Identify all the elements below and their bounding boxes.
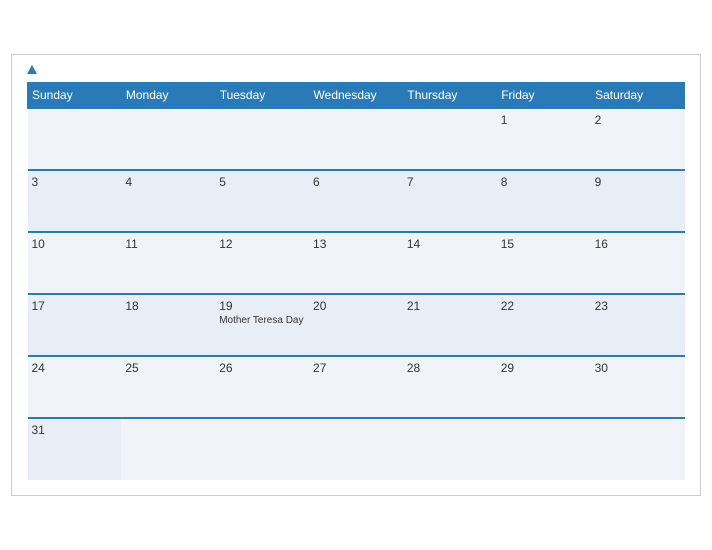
calendar-day-cell: 25 xyxy=(121,356,215,418)
day-number: 12 xyxy=(219,237,305,251)
calendar-day-cell: 18 xyxy=(121,294,215,356)
calendar-day-cell: 14 xyxy=(403,232,497,294)
calendar-table: SundayMondayTuesdayWednesdayThursdayFrid… xyxy=(27,82,685,480)
calendar-day-cell: 11 xyxy=(121,232,215,294)
day-number: 24 xyxy=(32,361,118,375)
day-number: 10 xyxy=(32,237,118,251)
calendar-day-cell: 20 xyxy=(309,294,403,356)
day-number: 19 xyxy=(219,299,305,313)
day-number: 30 xyxy=(595,361,681,375)
day-number: 20 xyxy=(313,299,399,313)
calendar-day-cell xyxy=(215,418,309,480)
calendar-day-cell: 8 xyxy=(497,170,591,232)
weekday-header: Monday xyxy=(121,83,215,109)
day-number: 25 xyxy=(125,361,211,375)
day-number: 28 xyxy=(407,361,493,375)
calendar-day-cell: 9 xyxy=(591,170,685,232)
calendar-day-cell: 22 xyxy=(497,294,591,356)
calendar-day-cell: 16 xyxy=(591,232,685,294)
day-number: 6 xyxy=(313,175,399,189)
calendar-container: SundayMondayTuesdayWednesdayThursdayFrid… xyxy=(11,54,701,496)
calendar-week-row: 17 18 19 Mother Teresa Day 20 21 22 23 xyxy=(28,294,685,356)
calendar-day-cell: 10 xyxy=(28,232,122,294)
day-number: 29 xyxy=(501,361,587,375)
calendar-day-cell: 30 xyxy=(591,356,685,418)
calendar-day-cell: 1 xyxy=(497,108,591,170)
calendar-day-cell xyxy=(497,418,591,480)
day-number: 26 xyxy=(219,361,305,375)
day-number: 16 xyxy=(595,237,681,251)
logo-blue-text xyxy=(27,65,39,74)
day-number: 21 xyxy=(407,299,493,313)
day-number: 9 xyxy=(595,175,681,189)
weekday-header: Thursday xyxy=(403,83,497,109)
calendar-day-cell: 6 xyxy=(309,170,403,232)
calendar-day-cell: 13 xyxy=(309,232,403,294)
calendar-day-cell xyxy=(309,418,403,480)
calendar-day-cell: 29 xyxy=(497,356,591,418)
calendar-day-cell: 19 Mother Teresa Day xyxy=(215,294,309,356)
day-number: 7 xyxy=(407,175,493,189)
calendar-day-cell xyxy=(591,418,685,480)
calendar-header-row: SundayMondayTuesdayWednesdayThursdayFrid… xyxy=(28,83,685,109)
weekday-header: Tuesday xyxy=(215,83,309,109)
day-number: 31 xyxy=(32,423,118,437)
calendar-week-row: 10 11 12 13 14 15 16 xyxy=(28,232,685,294)
calendar-day-cell: 26 xyxy=(215,356,309,418)
day-number: 3 xyxy=(32,175,118,189)
day-number: 17 xyxy=(32,299,118,313)
day-number: 14 xyxy=(407,237,493,251)
day-number: 4 xyxy=(125,175,211,189)
calendar-day-cell: 27 xyxy=(309,356,403,418)
weekday-header: Wednesday xyxy=(309,83,403,109)
calendar-header xyxy=(27,65,685,74)
calendar-day-cell xyxy=(121,108,215,170)
day-number: 5 xyxy=(219,175,305,189)
weekday-header: Sunday xyxy=(28,83,122,109)
calendar-day-cell xyxy=(403,418,497,480)
day-number: 27 xyxy=(313,361,399,375)
calendar-day-cell xyxy=(215,108,309,170)
day-number: 13 xyxy=(313,237,399,251)
calendar-day-cell: 23 xyxy=(591,294,685,356)
calendar-week-row: 3456789 xyxy=(28,170,685,232)
calendar-day-cell xyxy=(309,108,403,170)
calendar-day-cell xyxy=(28,108,122,170)
logo-triangle-icon xyxy=(27,65,37,74)
calendar-day-cell: 15 xyxy=(497,232,591,294)
calendar-day-cell: 7 xyxy=(403,170,497,232)
day-number: 23 xyxy=(595,299,681,313)
calendar-day-cell: 28 xyxy=(403,356,497,418)
weekday-header: Saturday xyxy=(591,83,685,109)
calendar-day-cell xyxy=(403,108,497,170)
logo xyxy=(27,65,39,74)
day-number: 15 xyxy=(501,237,587,251)
calendar-week-row: 24 25 26 27 28 29 30 xyxy=(28,356,685,418)
holiday-label: Mother Teresa Day xyxy=(219,315,305,326)
calendar-week-row: 12 xyxy=(28,108,685,170)
day-number: 18 xyxy=(125,299,211,313)
weekday-header: Friday xyxy=(497,83,591,109)
calendar-day-cell: 31 xyxy=(28,418,122,480)
calendar-day-cell: 24 xyxy=(28,356,122,418)
day-number: 2 xyxy=(595,113,681,127)
calendar-day-cell: 2 xyxy=(591,108,685,170)
calendar-day-cell: 12 xyxy=(215,232,309,294)
day-number: 11 xyxy=(125,237,211,251)
calendar-day-cell: 17 xyxy=(28,294,122,356)
day-number: 22 xyxy=(501,299,587,313)
day-number: 1 xyxy=(501,113,587,127)
calendar-day-cell xyxy=(121,418,215,480)
calendar-day-cell: 21 xyxy=(403,294,497,356)
calendar-day-cell: 4 xyxy=(121,170,215,232)
calendar-day-cell: 5 xyxy=(215,170,309,232)
calendar-week-row: 31 xyxy=(28,418,685,480)
day-number: 8 xyxy=(501,175,587,189)
calendar-day-cell: 3 xyxy=(28,170,122,232)
